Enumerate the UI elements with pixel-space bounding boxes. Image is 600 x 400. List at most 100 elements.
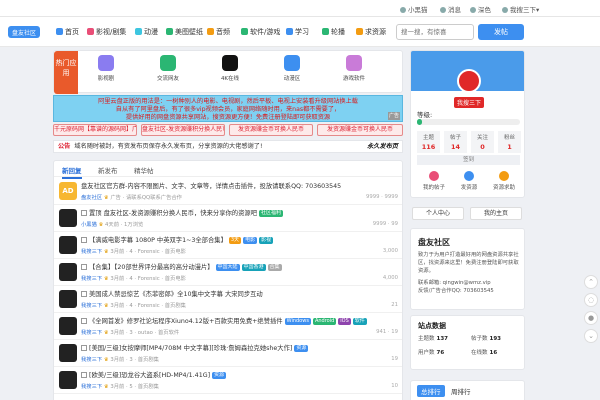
- avatar[interactable]: [59, 317, 77, 335]
- list-item[interactable]: 《全网首发》修罗社论坛程序Xiuno4.12版+百款实用免费+绝赞插件 Windo…: [54, 313, 402, 340]
- avatar[interactable]: [59, 371, 77, 389]
- post-title[interactable]: 【合集】【20部世界评分最高的高分动漫片】 中国大陆 中国香港 合集: [81, 262, 381, 271]
- app-shortcut[interactable]: 4K在线: [210, 55, 250, 82]
- profile-stat[interactable]: 粉丝 1: [498, 131, 521, 153]
- tag-badge[interactable]: 社区福利: [259, 210, 284, 217]
- avatar[interactable]: AD: [59, 182, 77, 200]
- post-title[interactable]: [美国/三级]女按摩师[MP4/708M 中文字幕][珍珠·詹姆森拉克她she大…: [81, 343, 381, 352]
- checkbox[interactable]: [81, 318, 87, 324]
- tag-badge[interactable]: 电影: [243, 237, 258, 244]
- promo-link[interactable]: 发资源赚金币可换人民币: [229, 124, 313, 136]
- post-button[interactable]: 发帖: [478, 24, 524, 40]
- app-shortcut[interactable]: 交流网友: [148, 55, 188, 82]
- post-author[interactable]: 我搜三下: [81, 384, 102, 390]
- user-menu[interactable]: 我搜三下▾: [502, 4, 539, 14]
- post-title[interactable]: 《全网首发》修罗社论坛程序Xiuno4.12版+百款实用免费+绝赞插件 Windo…: [81, 316, 381, 325]
- back-to-top-icon[interactable]: ⌃: [584, 275, 598, 289]
- nav-item[interactable]: 软件/游戏: [241, 27, 280, 37]
- sign-in-button[interactable]: 签到: [417, 155, 520, 165]
- avatar[interactable]: [59, 344, 77, 362]
- user-icon[interactable]: ●: [584, 311, 598, 325]
- promo-link[interactable]: 千元原码网【靠谱的源码网】广告: [53, 124, 137, 136]
- profile-stat[interactable]: 主题 116: [417, 131, 440, 153]
- nav-item[interactable]: 首页: [56, 27, 79, 37]
- tag-badge[interactable]: 软件: [352, 318, 367, 325]
- avatar[interactable]: [457, 69, 481, 93]
- site-logo[interactable]: 盘友社区: [8, 25, 40, 39]
- nav-item[interactable]: 轮播: [322, 27, 345, 37]
- list-item[interactable]: [欧美/三级]恐龙谷大盗系[HD-MP4/1.41G] 资源 我搜三下 ♛ 3月前 …: [54, 367, 402, 394]
- post-author[interactable]: 我搜三下: [81, 249, 102, 255]
- permanent-link[interactable]: 永久发布页: [367, 141, 398, 152]
- tab-new-replies[interactable]: 新回复: [62, 165, 82, 179]
- app-shortcut[interactable]: 影视剧: [86, 55, 126, 82]
- tag-badge[interactable]: iOS: [338, 318, 351, 325]
- tag-badge[interactable]: 资源: [212, 372, 227, 379]
- post-title[interactable]: 盘友社区官方群-内容不限图片、文字、文章等，详情点击插件，投放请联系QQ: 70…: [81, 181, 381, 190]
- promo-link[interactable]: 盘友社区-发资源赚积分换人民币: [141, 124, 225, 136]
- tab-weekly-rank[interactable]: 周排行: [447, 385, 475, 397]
- nav-item[interactable]: 影视/剧集: [87, 27, 126, 37]
- profile-stat[interactable]: 关注 0: [471, 131, 494, 153]
- post-author[interactable]: 我搜三下: [81, 357, 102, 363]
- announcement-banner[interactable]: 阿里云盘正版的用法是：一树种别人的电影、电视剧，然后平板、电视上安装看升级网站换…: [53, 95, 403, 122]
- user-link[interactable]: 小黑猫: [400, 4, 428, 14]
- app-shortcut[interactable]: 动漫区: [272, 55, 312, 82]
- tab-featured[interactable]: 精华帖: [134, 165, 154, 175]
- list-item[interactable]: 【合集】【20部世界评分最高的高分动漫片】 中国大陆 中国香港 合集 我搜三下 ♛ 3月…: [54, 259, 402, 286]
- tag-badge[interactable]: Windows: [284, 318, 311, 325]
- checkbox[interactable]: [81, 372, 87, 378]
- tag-badge[interactable]: 合集: [267, 264, 282, 271]
- post-title[interactable]: 美国成人禁忌惊艺《杰菲密郎》全10集中文字幕 大宋同步互动: [81, 289, 381, 298]
- checkbox[interactable]: [81, 291, 87, 297]
- nav-item[interactable]: 动漫: [135, 27, 158, 37]
- promo-link[interactable]: 发资源赚金币可换人民币: [317, 124, 403, 136]
- list-item[interactable]: 【满威电影字幕 1080P 中英双字1~3全部合集】 3天 电影 影视 我搜三下 ♛ 3…: [54, 232, 402, 259]
- avatar[interactable]: [59, 263, 77, 281]
- post-author[interactable]: 我搜三下: [81, 303, 102, 309]
- search-input[interactable]: [396, 24, 474, 40]
- chevron-down-icon[interactable]: ⌄: [584, 329, 598, 343]
- checkbox[interactable]: [81, 210, 87, 216]
- post-title[interactable]: 【满威电影字幕 1080P 中英双字1~3全部合集】 3天 电影 影视: [81, 235, 381, 244]
- profile-stat[interactable]: 帖子 14: [444, 131, 467, 153]
- quick-action[interactable]: 资源求助: [489, 171, 519, 191]
- quick-action[interactable]: 发资源: [454, 171, 484, 191]
- avatar[interactable]: [59, 290, 77, 308]
- post-author[interactable]: 盘友社区: [81, 195, 102, 201]
- checkbox[interactable]: [81, 345, 87, 351]
- tag-badge[interactable]: 3天: [228, 237, 242, 244]
- tag-badge[interactable]: Android: [312, 318, 337, 325]
- list-item[interactable]: AD 盘友社区官方群-内容不限图片、文字、文章等，详情点击插件，投放请联系QQ: …: [54, 178, 402, 205]
- my-homepage-button[interactable]: 我的主页: [470, 207, 522, 220]
- avatar[interactable]: [59, 209, 77, 227]
- post-author[interactable]: 我搜三下: [81, 276, 102, 282]
- post-author[interactable]: 小黑猫: [81, 222, 97, 228]
- profile-username[interactable]: 我搜三下: [454, 97, 485, 108]
- list-item[interactable]: 置顶 盘友社区-发资源赚积分换人民币，快来分享你的资源吧 社区福利 小黑猫 ♛ 4天…: [54, 205, 402, 232]
- checkbox[interactable]: [81, 264, 87, 270]
- post-author[interactable]: 我搜三下: [81, 330, 102, 336]
- user-center-button[interactable]: 个人中心: [412, 207, 464, 220]
- chat-icon[interactable]: ◌: [584, 293, 598, 307]
- tag-badge[interactable]: 资源: [294, 345, 309, 352]
- nav-item[interactable]: 美图壁纸: [166, 27, 203, 37]
- list-item[interactable]: [美国/三级]女按摩师[MP4/708M 中文字幕][珍珠·詹姆森拉克她she大…: [54, 340, 402, 367]
- nav-item[interactable]: 求资源: [356, 27, 386, 37]
- nav-item[interactable]: 音频: [207, 27, 230, 37]
- list-item[interactable]: 美国成人禁忌惊艺《杰菲密郎》全10集中文字幕 大宋同步互动 我搜三下 ♛ 3月前 …: [54, 286, 402, 313]
- theme-toggle[interactable]: 深色: [470, 4, 491, 14]
- app-shortcut[interactable]: 游戏软件: [334, 55, 374, 82]
- post-title[interactable]: [欧美/三级]恐龙谷大盗系[HD-MP4/1.41G] 资源: [81, 370, 381, 379]
- checkbox[interactable]: [81, 237, 87, 243]
- nav-item[interactable]: 学习: [286, 27, 309, 37]
- quick-action[interactable]: 我的帖子: [419, 171, 449, 191]
- tab-total-rank[interactable]: 总排行: [417, 385, 445, 397]
- tag-badge[interactable]: 中国大陆: [215, 264, 240, 271]
- tag-badge[interactable]: 中国香港: [241, 264, 266, 271]
- avatar[interactable]: [59, 236, 77, 254]
- messages-link[interactable]: 消息: [440, 4, 461, 14]
- post-title[interactable]: 置顶 盘友社区-发资源赚积分换人民币，快来分享你的资源吧 社区福利: [81, 208, 381, 217]
- tab-new-posts[interactable]: 新发布: [98, 165, 118, 175]
- tag-badge[interactable]: 影视: [259, 237, 274, 244]
